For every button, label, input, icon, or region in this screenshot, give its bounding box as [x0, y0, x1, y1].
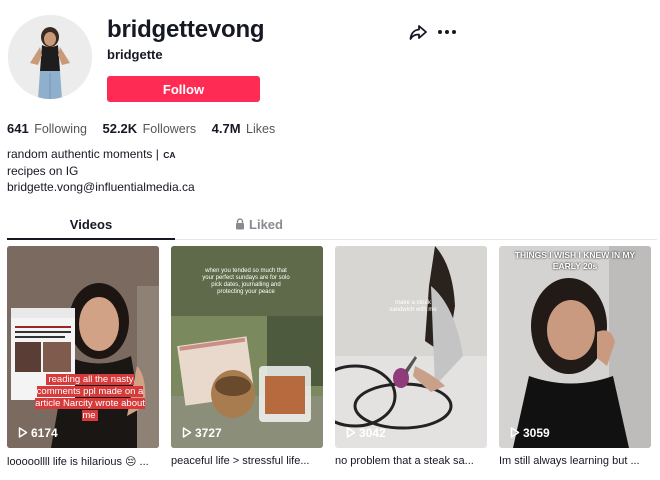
profile-bio: random authentic moments | CA recipes on…: [7, 146, 195, 195]
stat-likes: 4.7M Likes: [211, 121, 276, 136]
play-icon: [346, 427, 356, 438]
video-card[interactable]: reading all the nasty comments ppl made …: [7, 246, 159, 476]
username: bridgettevong: [107, 16, 265, 43]
nickname: bridgette: [107, 47, 163, 62]
view-count: 3042: [346, 426, 386, 440]
view-count: 3727: [182, 426, 222, 440]
country-tag: CA: [163, 150, 176, 160]
stat-followers[interactable]: 52.2K Followers: [102, 121, 196, 136]
video-caption[interactable]: Im still always learning but ...: [499, 455, 651, 467]
video-thumbnail[interactable]: reading all the nasty comments ppl made …: [7, 246, 159, 448]
video-caption[interactable]: looooollll life is hilarious 😔 ...: [7, 455, 159, 468]
tab-liked[interactable]: Liked: [175, 212, 343, 240]
view-count: 3059: [510, 426, 550, 440]
video-thumbnail[interactable]: THINGS I WISH I KNEW IN MY EARLY 20s 305…: [499, 246, 651, 448]
profile-tabs: Videos Liked: [7, 212, 657, 240]
more-options-icon[interactable]: [436, 22, 458, 42]
video-card[interactable]: THINGS I WISH I KNEW IN MY EARLY 20s 305…: [499, 246, 651, 476]
video-caption[interactable]: peaceful life > stressful life...: [171, 455, 323, 467]
video-card[interactable]: make a steak sandwich with me 3042 no pr…: [335, 246, 487, 476]
profile-stats: 641 Following 52.2K Followers 4.7M Likes: [7, 121, 287, 136]
video-thumbnail[interactable]: make a steak sandwich with me 3042: [335, 246, 487, 448]
stat-following[interactable]: 641 Following: [7, 121, 87, 136]
tab-videos[interactable]: Videos: [7, 212, 175, 240]
video-caption[interactable]: no problem that a steak sa...: [335, 455, 487, 467]
video-overlay-title: THINGS I WISH I KNEW IN MY EARLY 20s: [514, 250, 636, 271]
bio-line-2: recipes on IG: [7, 164, 79, 178]
view-count: 6174: [18, 426, 58, 440]
video-overlay-caption: make a steak sandwich with me: [389, 300, 437, 313]
bio-line-1: random authentic moments |: [7, 147, 163, 161]
video-thumbnail[interactable]: when you tended so much that your perfec…: [171, 246, 323, 448]
video-overlay-caption: when you tended so much that your perfec…: [202, 268, 290, 295]
share-icon[interactable]: [408, 22, 428, 42]
video-card[interactable]: when you tended so much that your perfec…: [171, 246, 323, 476]
video-grid: reading all the nasty comments ppl made …: [7, 246, 657, 476]
follow-button[interactable]: Follow: [107, 76, 260, 102]
play-icon: [510, 427, 520, 438]
bio-email: bridgette.vong@influentialmedia.ca: [7, 180, 195, 194]
play-icon: [18, 427, 28, 438]
profile-avatar[interactable]: [8, 15, 92, 99]
play-icon: [182, 427, 192, 438]
lock-icon: [236, 218, 245, 230]
video-overlay-caption: reading all the nasty comments ppl made …: [35, 374, 145, 421]
